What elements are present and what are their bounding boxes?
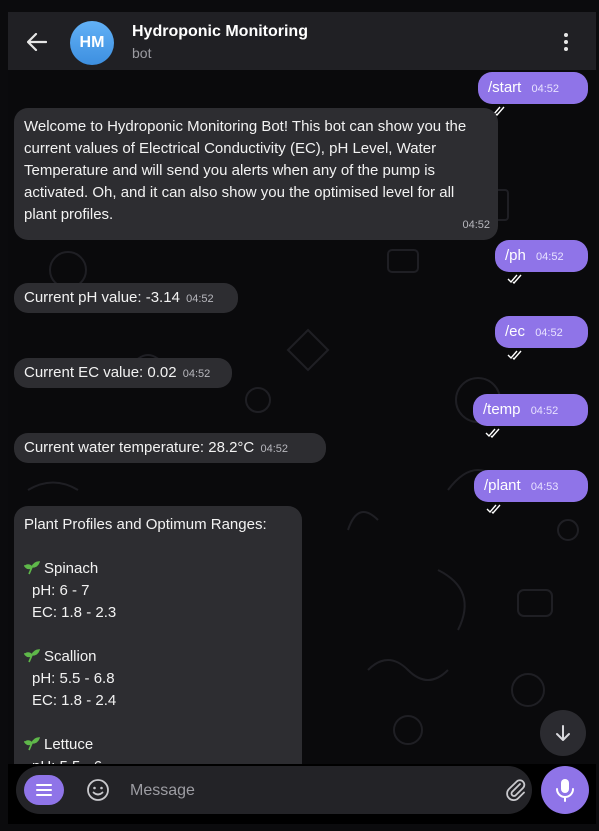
message-time: 04:52 — [186, 293, 214, 305]
message-time: 04:53 — [530, 481, 559, 493]
message-composer — [16, 766, 532, 814]
message-text: Current pH value: -3.14 — [24, 289, 180, 306]
seedling-icon — [24, 737, 40, 751]
chat-header: HM Hydroponic Monitoring bot — [8, 12, 596, 70]
more-options-button[interactable] — [556, 30, 576, 54]
double-check-icon — [507, 350, 522, 361]
arrow-left-icon — [27, 33, 47, 51]
message-in-temp[interactable]: Current water temperature: 28.2°C 04:52 — [14, 433, 326, 463]
message-time: 04:52 — [536, 251, 564, 263]
chat-area[interactable]: /start 04:52 Welcome to Hydroponic Monit… — [8, 70, 596, 764]
message-input[interactable] — [128, 778, 492, 804]
double-check-icon — [486, 504, 501, 515]
double-check-icon — [507, 274, 522, 285]
chat-title[interactable]: Hydroponic Monitoring — [132, 23, 308, 41]
message-text: Current water temperature: 28.2°C — [24, 439, 255, 456]
avatar[interactable]: HM — [70, 21, 114, 65]
message-text: /ec — [505, 323, 526, 340]
telegram-chat-screen: HM Hydroponic Monitoring bot /start 04:5… — [8, 12, 596, 824]
message-text: /ph — [505, 247, 526, 264]
message-in-welcome[interactable]: Welcome to Hydroponic Monitoring Bot! Th… — [14, 108, 498, 240]
more-vertical-icon — [564, 33, 568, 37]
message-text: /plant — [484, 477, 521, 494]
message-time: 04:52 — [462, 219, 490, 231]
plant-ph-lettuce: pH: 5.5 - 6 — [24, 756, 292, 764]
back-button[interactable] — [24, 29, 50, 55]
message-time: 04:52 — [535, 327, 563, 339]
menu-icon — [36, 784, 52, 796]
message-out-start[interactable]: /start 04:52 — [478, 72, 588, 117]
message-out-ph[interactable]: /ph 04:52 — [495, 240, 588, 285]
plant-ph-spinach: pH: 6 - 7 — [32, 582, 90, 599]
seedling-icon — [24, 649, 40, 663]
plant-ec-scallion: EC: 1.8 - 2.4 — [32, 692, 117, 709]
bot-menu-button[interactable] — [24, 775, 64, 805]
message-time: 04:52 — [531, 83, 560, 95]
message-text: /temp — [483, 401, 521, 418]
message-in-ph[interactable]: Current pH value: -3.14 04:52 — [14, 283, 238, 313]
message-time: 04:52 — [182, 368, 211, 380]
plant-name-label: Lettuce — [44, 736, 94, 753]
plant-name-scallion: Scallion — [24, 646, 292, 668]
plant-name-lettuce: Lettuce — [24, 734, 292, 756]
plant-ph-scallion: pH: 5.5 - 6.8 — [32, 670, 115, 687]
message-in-ec[interactable]: Current EC value: 0.02 04:52 — [14, 358, 232, 388]
message-out-temp[interactable]: /temp 04:52 — [473, 394, 588, 439]
message-text: /start — [488, 79, 522, 96]
paperclip-icon[interactable] — [504, 778, 528, 802]
microphone-icon — [556, 779, 574, 802]
plant-name-label: Scallion — [44, 648, 97, 665]
smiley-icon[interactable] — [86, 778, 110, 802]
plant-name-spinach: Spinach — [24, 558, 292, 580]
chat-subtitle: bot — [132, 45, 152, 61]
voice-message-button[interactable] — [541, 766, 589, 814]
plant-name-label: Spinach — [44, 560, 99, 577]
double-check-icon — [485, 428, 500, 439]
message-time: 04:52 — [530, 405, 559, 417]
plant-profiles-heading: Plant Profiles and Optimum Ranges: — [24, 516, 267, 533]
message-in-plant-profiles[interactable]: Plant Profiles and Optimum Ranges: Spina… — [14, 506, 302, 764]
arrow-down-icon — [556, 725, 570, 741]
message-text: Current EC value: 0.02 — [24, 364, 177, 381]
message-time: 04:52 — [260, 443, 288, 455]
plant-ec-spinach: EC: 1.8 - 2.3 — [32, 604, 117, 621]
dot — [564, 47, 568, 51]
seedling-icon — [24, 561, 40, 575]
dot — [564, 40, 568, 44]
message-out-ec[interactable]: /ec 04:52 — [495, 316, 588, 361]
scroll-down-button[interactable] — [540, 710, 586, 756]
message-text: Welcome to Hydroponic Monitoring Bot! Th… — [24, 118, 467, 223]
message-out-plant[interactable]: /plant 04:53 — [474, 470, 588, 515]
